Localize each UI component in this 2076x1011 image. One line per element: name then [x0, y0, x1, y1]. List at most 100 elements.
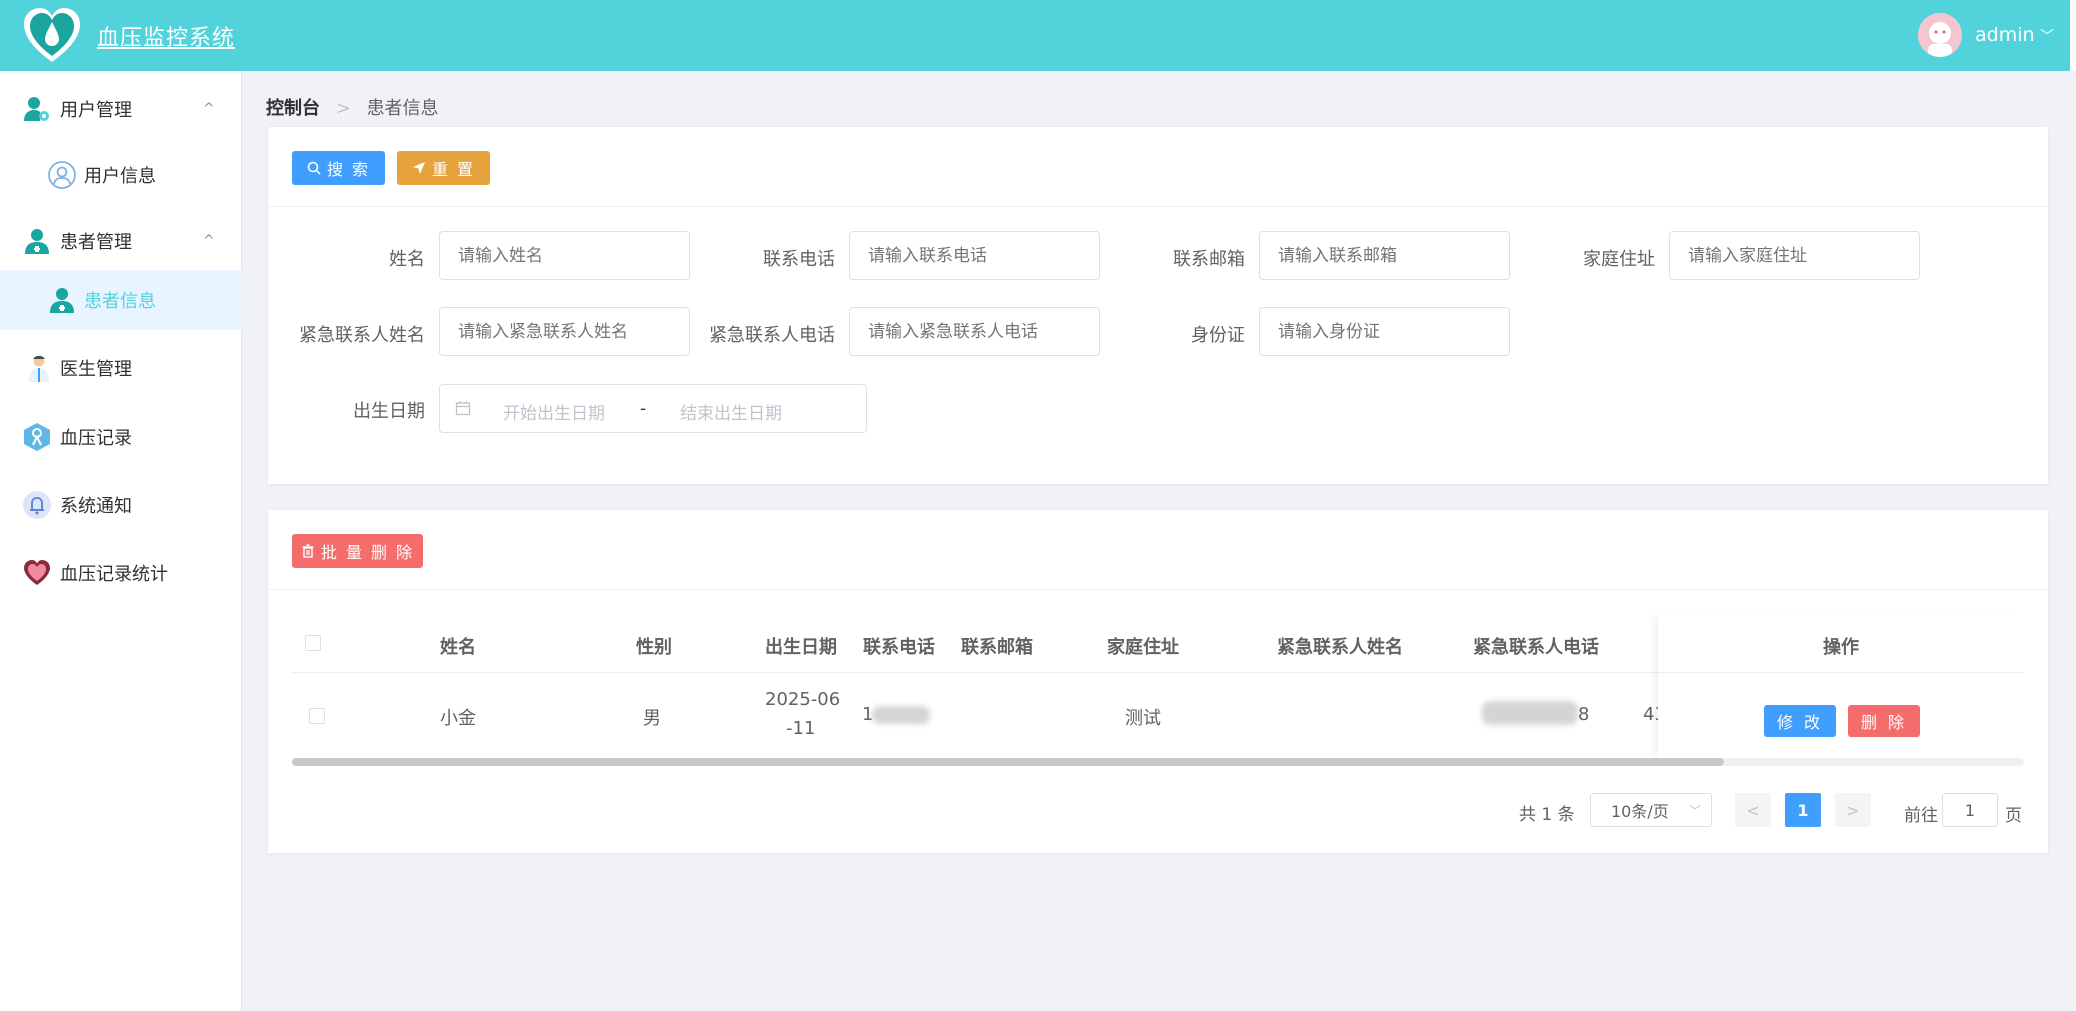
cell-address: 测试 [1125, 708, 1161, 729]
address-input[interactable] [1669, 231, 1920, 280]
goto-page-input[interactable] [1942, 793, 1998, 827]
breadcrumb-current: 患者信息 [366, 98, 439, 119]
sidebar-item-label: 医生管理 [60, 359, 132, 380]
avatar-face-icon [1918, 13, 1962, 57]
prev-page-button[interactable]: < [1735, 793, 1771, 827]
emergency-phone-input[interactable] [849, 307, 1100, 356]
heart-drop-logo-icon [24, 8, 80, 62]
reset-button-label: 重 置 [431, 160, 476, 179]
cell-emergency-phone: 8 [1578, 704, 1590, 725]
sidebar-item-notifications[interactable]: 系统通知 [0, 472, 242, 538]
user-avatar[interactable] [1918, 13, 1962, 57]
breadcrumb-separator: > [335, 98, 351, 119]
user-gear-icon [24, 97, 49, 121]
batch-delete-button[interactable]: 批 量 删 除 [292, 534, 423, 568]
search-button-label: 搜 索 [326, 160, 371, 179]
goto-prefix: 前往 [1904, 806, 1938, 826]
cell-birth-date-line1: 2025-06 [765, 689, 841, 710]
pagination-total: 共 1 条 [1519, 805, 1575, 825]
heart-chart-icon [24, 560, 50, 585]
phone-label: 联系电话 [763, 249, 835, 270]
cell-gender: 男 [643, 708, 661, 729]
sidebar-item-label: 患者信息 [84, 291, 156, 312]
birth-date-range[interactable]: 开始出生日期 - 结束出生日期 [439, 384, 867, 433]
search-toolbar: 搜 索 重 置 [268, 127, 2048, 207]
search-button[interactable]: 搜 索 [292, 151, 385, 185]
table-toolbar: 批 量 删 除 [268, 510, 2048, 590]
batch-delete-label: 批 量 删 除 [320, 543, 415, 562]
app-title[interactable]: 血压监控系统 [97, 20, 235, 52]
breadcrumb: 控制台 > 患者信息 [266, 94, 439, 120]
column-header-emergency-phone: 紧急联系人电话 [1473, 637, 1599, 658]
emergency-phone-label: 紧急联系人电话 [709, 325, 835, 346]
cell-birth-date-line2: -11 [786, 718, 816, 739]
id-card-input[interactable] [1259, 307, 1510, 356]
page-number-1[interactable]: 1 [1785, 793, 1821, 827]
sidebar-item-user-info[interactable]: 用户信息 [0, 142, 242, 208]
sidebar-item-label: 血压记录统计 [60, 564, 168, 585]
patient-icon [25, 229, 49, 254]
patient-icon [50, 288, 74, 313]
next-page-button[interactable]: > [1835, 793, 1871, 827]
header-divider [1658, 672, 2024, 673]
delete-button[interactable]: 删 除 [1848, 705, 1920, 737]
page-size-select[interactable]: 10条/页 ﹀ [1590, 793, 1712, 827]
send-icon [412, 162, 425, 174]
birth-start-input[interactable]: 开始出生日期 [503, 399, 605, 424]
trash-icon [302, 544, 314, 558]
chevron-down-icon: ﹀ [1688, 804, 1701, 818]
name-input[interactable] [439, 231, 690, 280]
emergency-name-input[interactable] [439, 307, 690, 356]
birth-date-label: 出生日期 [353, 401, 425, 422]
select-all-checkbox[interactable] [305, 635, 321, 651]
id-card-label: 身份证 [1191, 325, 1245, 346]
edit-button[interactable]: 修 改 [1764, 705, 1836, 737]
top-header: 血压监控系统 admin ﹀ [0, 0, 2076, 71]
sidebar-item-user-management[interactable]: 用户管理 ^ [0, 76, 242, 142]
cell-name: 小金 [440, 708, 476, 729]
email-label: 联系邮箱 [1173, 249, 1245, 270]
sidebar-item-patient-info[interactable]: 患者信息 [0, 270, 242, 330]
column-header-phone: 联系电话 [863, 637, 935, 658]
column-header-actions: 操作 [1823, 637, 1859, 658]
phone-input[interactable] [849, 231, 1100, 280]
range-separator: - [640, 399, 647, 419]
sidebar-item-label: 系统通知 [60, 496, 132, 517]
email-input[interactable] [1259, 231, 1510, 280]
operations-fixed-column: 操作 修 改 删 除 [1658, 612, 2024, 758]
column-header-email: 联系邮箱 [961, 637, 1033, 658]
birth-end-input[interactable]: 结束出生日期 [680, 399, 782, 424]
phone-redaction [872, 706, 930, 724]
sidebar-item-bp-records[interactable]: 血压记录 [0, 404, 242, 470]
header-edge [2070, 0, 2076, 71]
sidebar-item-label: 用户信息 [84, 166, 156, 187]
column-header-birth-date: 出生日期 [765, 637, 837, 658]
bell-icon [23, 491, 51, 519]
sidebar: 用户管理 ^ 用户信息 患者管理 ^ 患者信息 医生管理 血压记录 系统通知 血… [0, 71, 242, 1011]
page-size-value: 10条/页 [1611, 802, 1669, 821]
sidebar-item-bp-statistics[interactable]: 血压记录统计 [0, 540, 242, 606]
search-icon [307, 161, 321, 175]
scrollbar-thumb[interactable] [292, 758, 1724, 766]
emergency-phone-redaction [1482, 701, 1578, 725]
column-header-address: 家庭住址 [1107, 637, 1179, 658]
reset-button[interactable]: 重 置 [397, 151, 490, 185]
goto-suffix: 页 [2005, 806, 2022, 826]
hexagon-record-icon [24, 423, 50, 451]
username[interactable]: admin [1975, 24, 2035, 46]
row-checkbox[interactable] [309, 708, 325, 724]
breadcrumb-home[interactable]: 控制台 [266, 98, 320, 119]
sidebar-item-patient-management[interactable]: 患者管理 ^ [0, 208, 242, 274]
user-circle-icon [48, 161, 76, 189]
calendar-icon [455, 401, 471, 416]
emergency-name-label: 紧急联系人姓名 [299, 325, 425, 346]
sidebar-item-label: 患者管理 [60, 232, 132, 253]
chevron-down-icon[interactable]: ﹀ [2040, 26, 2054, 46]
column-header-gender: 性别 [636, 637, 672, 658]
chevron-up-icon: ^ [203, 233, 215, 249]
table-horizontal-scrollbar[interactable] [292, 758, 2024, 766]
column-header-name: 姓名 [440, 637, 476, 658]
sidebar-item-doctor-management[interactable]: 医生管理 [0, 335, 242, 401]
sidebar-item-label: 血压记录 [60, 428, 132, 449]
chevron-up-icon: ^ [203, 101, 215, 117]
